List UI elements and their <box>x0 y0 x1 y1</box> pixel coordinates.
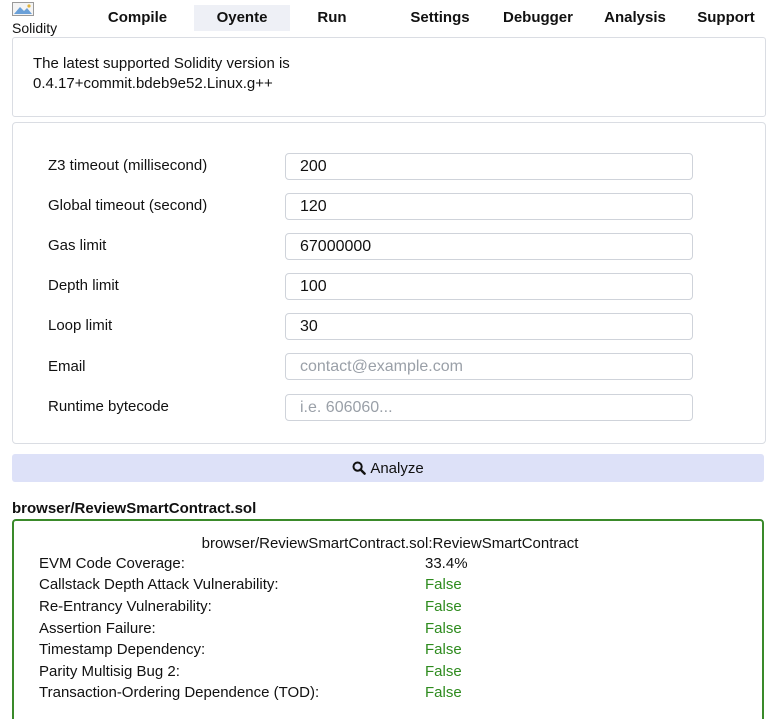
runtime-bytecode-label: Runtime bytecode <box>48 398 169 415</box>
email-input[interactable] <box>285 353 693 380</box>
z3-timeout-label: Z3 timeout (millisecond) <box>48 157 208 174</box>
analyze-label: Analyze <box>370 459 424 477</box>
gas-limit-input[interactable] <box>285 233 693 260</box>
result-row-label: Assertion Failure: <box>39 620 156 637</box>
result-row-value: False <box>425 663 462 680</box>
gas-limit-label: Gas limit <box>48 237 107 254</box>
depth-limit-label: Depth limit <box>48 277 119 294</box>
result-row-label: Re-Entrancy Vulnerability: <box>39 598 212 615</box>
result-row-label: Callstack Depth Attack Vulnerability: <box>39 576 279 593</box>
tab-compile[interactable]: Compile <box>94 5 181 31</box>
result-row-value: False <box>425 641 462 658</box>
result-row-label: Timestamp Dependency: <box>39 641 206 658</box>
version-info-line-2: 0.4.17+commit.bdeb9e52.Linux.g++ <box>33 75 273 92</box>
depth-limit-input[interactable] <box>285 273 693 300</box>
global-timeout-input[interactable] <box>285 193 693 220</box>
version-info-text: The latest supported Solidity version is… <box>33 54 433 94</box>
result-row-label: EVM Code Coverage: <box>39 555 185 572</box>
result-row-label: Transaction-Ordering Dependence (TOD): <box>39 684 320 701</box>
loop-limit-input[interactable] <box>285 313 693 340</box>
tab-settings[interactable]: Settings <box>394 5 486 31</box>
tab-support[interactable]: Support <box>686 5 766 31</box>
result-row-value: False <box>425 576 462 593</box>
tab-oyente[interactable]: Oyente <box>194 5 290 31</box>
global-timeout-label: Global timeout (second) <box>48 197 208 214</box>
loop-limit-label: Loop limit <box>48 317 113 334</box>
email-label: Email <box>48 358 86 375</box>
tab-debugger[interactable]: Debugger <box>488 5 588 31</box>
result-file-title: browser/ReviewSmartContract.sol <box>12 500 257 517</box>
result-row-value: 33.4% <box>425 555 468 572</box>
result-row-value: False <box>425 684 462 701</box>
result-row-label: Parity Multisig Bug 2: <box>39 663 180 680</box>
tab-analysis[interactable]: Analysis <box>590 5 680 31</box>
z3-timeout-input[interactable] <box>285 153 693 180</box>
result-row-value: False <box>425 620 462 637</box>
result-row-value: False <box>425 598 462 615</box>
result-contract-title: browser/ReviewSmartContract.sol:ReviewSm… <box>201 535 579 552</box>
search-icon <box>352 461 367 475</box>
version-info-line-1: The latest supported Solidity version is <box>33 55 290 72</box>
runtime-bytecode-input[interactable] <box>285 394 693 421</box>
broken-image-icon <box>12 2 34 16</box>
tab-run[interactable]: Run <box>304 5 360 31</box>
top-nav: Solidity realtime compiler and runtime C… <box>0 0 771 104</box>
analyze-button[interactable]: Analyze <box>12 454 764 482</box>
